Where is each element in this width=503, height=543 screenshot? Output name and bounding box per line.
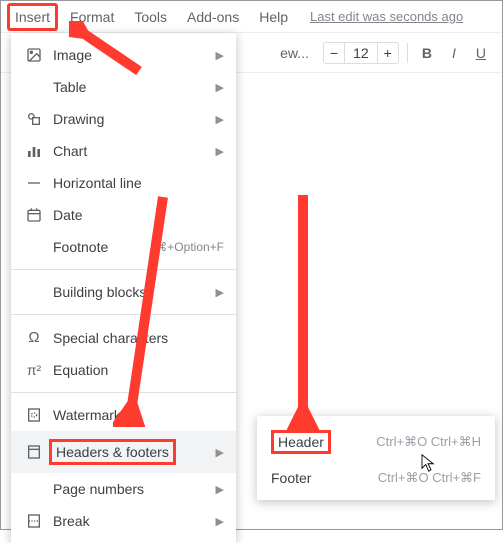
menu-item-headers-footers[interactable]: Headers & footers ▶ xyxy=(11,431,236,473)
menu-item-building-blocks[interactable]: Building blocks ▶ xyxy=(11,276,236,308)
font-size-plus[interactable]: + xyxy=(378,43,398,63)
font-dropdown-fragment[interactable]: ew... xyxy=(274,41,315,65)
menu-format[interactable]: Format xyxy=(62,3,122,31)
menu-item-page-numbers[interactable]: Page numbers ▶ xyxy=(11,473,236,505)
submenu-shortcut: Ctrl+⌘O Ctrl+⌘H xyxy=(376,434,481,450)
chevron-right-icon: ▶ xyxy=(216,49,224,62)
font-size-stepper: − 12 + xyxy=(323,42,399,64)
header-icon xyxy=(23,444,45,460)
chart-icon xyxy=(23,143,45,159)
bold-button[interactable]: B xyxy=(416,41,438,65)
chevron-right-icon: ▶ xyxy=(216,145,224,158)
submenu-item-header[interactable]: Header Ctrl+⌘O Ctrl+⌘H xyxy=(257,422,495,462)
underline-button[interactable]: U xyxy=(470,41,492,65)
toolbar-separator xyxy=(407,43,408,63)
italic-button[interactable]: I xyxy=(446,41,462,65)
menu-item-drawing[interactable]: Drawing ▶ xyxy=(11,103,236,135)
omega-icon: Ω xyxy=(23,329,45,346)
font-size-minus[interactable]: − xyxy=(324,43,344,63)
chevron-right-icon: ▶ xyxy=(216,113,224,126)
menu-item-watermark[interactable]: Watermark xyxy=(11,399,236,431)
menu-tools[interactable]: Tools xyxy=(126,3,175,31)
menu-item-label: Watermark xyxy=(45,407,224,423)
menu-insert[interactable]: Insert xyxy=(7,3,58,31)
hr-icon xyxy=(23,175,45,191)
menu-item-label: Chart xyxy=(45,143,216,159)
chevron-right-icon: ▶ xyxy=(216,446,224,459)
menu-item-date[interactable]: Date xyxy=(11,199,236,231)
insert-menu-dropdown: Image ▶ Table ▶ Drawing ▶ Chart ▶ Horizo… xyxy=(11,33,236,543)
menu-item-image[interactable]: Image ▶ xyxy=(11,39,236,71)
menu-item-special-characters[interactable]: Ω Special characters xyxy=(11,321,236,354)
submenu-item-footer[interactable]: Footer Ctrl+⌘O Ctrl+⌘F xyxy=(257,462,495,494)
menu-item-label: Building blocks xyxy=(45,284,216,300)
menu-item-horizontal-line[interactable]: Horizontal line xyxy=(11,167,236,199)
menu-item-label: Equation xyxy=(45,362,224,378)
menu-item-label: Drawing xyxy=(45,111,216,127)
menu-divider xyxy=(11,392,236,393)
pi-icon: π² xyxy=(23,362,45,378)
image-icon xyxy=(23,47,45,63)
drawing-icon xyxy=(23,111,45,127)
menu-shortcut: ⌘+Option+F xyxy=(155,240,224,254)
submenu-label: Footer xyxy=(271,470,331,486)
last-edit-info[interactable]: Last edit was seconds ago xyxy=(310,9,463,24)
chevron-right-icon: ▶ xyxy=(216,81,224,94)
headers-footers-submenu: Header Ctrl+⌘O Ctrl+⌘H Footer Ctrl+⌘O Ct… xyxy=(257,416,495,500)
menu-addons[interactable]: Add-ons xyxy=(179,3,247,31)
watermark-icon xyxy=(23,407,45,423)
chevron-right-icon: ▶ xyxy=(216,286,224,299)
menu-help[interactable]: Help xyxy=(251,3,296,31)
menu-item-label: Image xyxy=(45,47,216,63)
menu-item-footnote[interactable]: Footnote ⌘+Option+F xyxy=(11,231,236,263)
menu-item-label: Page numbers xyxy=(45,481,216,497)
menu-divider xyxy=(11,269,236,270)
chevron-right-icon: ▶ xyxy=(216,515,224,528)
break-icon xyxy=(23,513,45,529)
date-icon xyxy=(23,207,45,223)
menu-item-label: Date xyxy=(45,207,224,223)
cursor-icon xyxy=(419,453,437,478)
menu-item-chart[interactable]: Chart ▶ xyxy=(11,135,236,167)
menu-divider xyxy=(11,314,236,315)
submenu-label: Header xyxy=(271,430,331,454)
menu-item-label: Special characters xyxy=(45,330,224,346)
menu-item-break[interactable]: Break ▶ xyxy=(11,505,236,537)
font-size-value[interactable]: 12 xyxy=(344,43,378,63)
chevron-right-icon: ▶ xyxy=(216,483,224,496)
menu-item-equation[interactable]: π² Equation xyxy=(11,354,236,386)
menu-bar: Insert Format Tools Add-ons Help Last ed… xyxy=(1,1,502,33)
menu-item-label: Footnote xyxy=(45,239,155,255)
menu-item-label: Horizontal line xyxy=(45,175,224,191)
menu-item-table[interactable]: Table ▶ xyxy=(11,71,236,103)
menu-item-label: Break xyxy=(45,513,216,529)
menu-item-label: Headers & footers xyxy=(49,439,176,465)
menu-item-label: Table xyxy=(45,79,216,95)
